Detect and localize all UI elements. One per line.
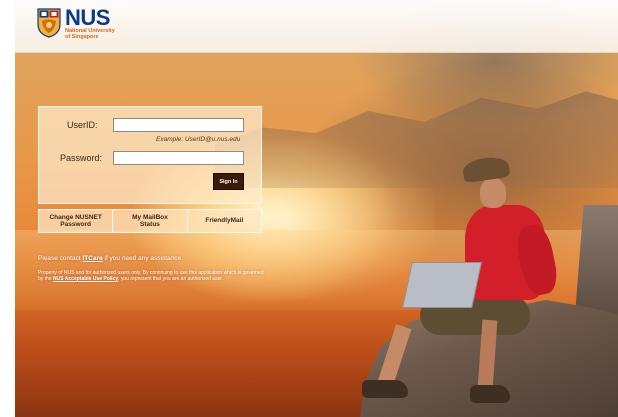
policy-notice: Property of NUS and for authorized users… xyxy=(38,270,270,283)
link-label: Password xyxy=(60,221,92,228)
link-label: FriendlyMail xyxy=(205,217,244,225)
sign-in-button[interactable]: Sign In xyxy=(213,173,244,190)
password-label: Password: xyxy=(60,153,103,163)
password-input[interactable] xyxy=(113,151,244,165)
quick-links-bar: Change NUSNET Password My MailBox Status F… xyxy=(38,209,262,233)
nus-crest-icon xyxy=(37,8,61,38)
nus-logo[interactable]: NUS National University of Singapore xyxy=(37,5,115,41)
userid-example-hint: Example: UserID@u.nus.edu xyxy=(156,136,241,143)
assist-prefix: Please contact xyxy=(38,255,83,262)
acceptable-use-policy-link[interactable]: NUS Acceptable Use Policy xyxy=(53,276,118,282)
link-label: Change NUSNET xyxy=(49,213,102,221)
link-label: My MailBox xyxy=(132,213,168,221)
link-label: Status xyxy=(140,221,160,228)
userid-label: UserID: xyxy=(67,120,98,130)
mailbox-status-link[interactable]: My MailBox Status xyxy=(113,210,188,232)
friendlymail-link[interactable]: FriendlyMail xyxy=(188,210,261,232)
userid-input[interactable] xyxy=(113,118,244,132)
assist-suffix: if you need any assistance. xyxy=(102,255,183,262)
policy-text: , you represent that you are an authoriz… xyxy=(118,276,224,283)
assistance-text: Please contact ITCare if you need any as… xyxy=(38,255,183,262)
logo-subtitle: of Singapore xyxy=(65,34,99,40)
itcare-link[interactable]: ITCare xyxy=(82,255,102,262)
logo-text: NUS National University of Singapore xyxy=(65,5,115,41)
login-page: NUS National University of Singapore Use… xyxy=(0,0,618,417)
rock xyxy=(360,300,618,417)
header-bar: NUS National University of Singapore xyxy=(15,0,618,53)
change-password-link[interactable]: Change NUSNET Password xyxy=(39,210,114,232)
cliff xyxy=(575,205,618,315)
mountains xyxy=(215,91,618,188)
logo-wordmark: NUS xyxy=(65,5,110,30)
